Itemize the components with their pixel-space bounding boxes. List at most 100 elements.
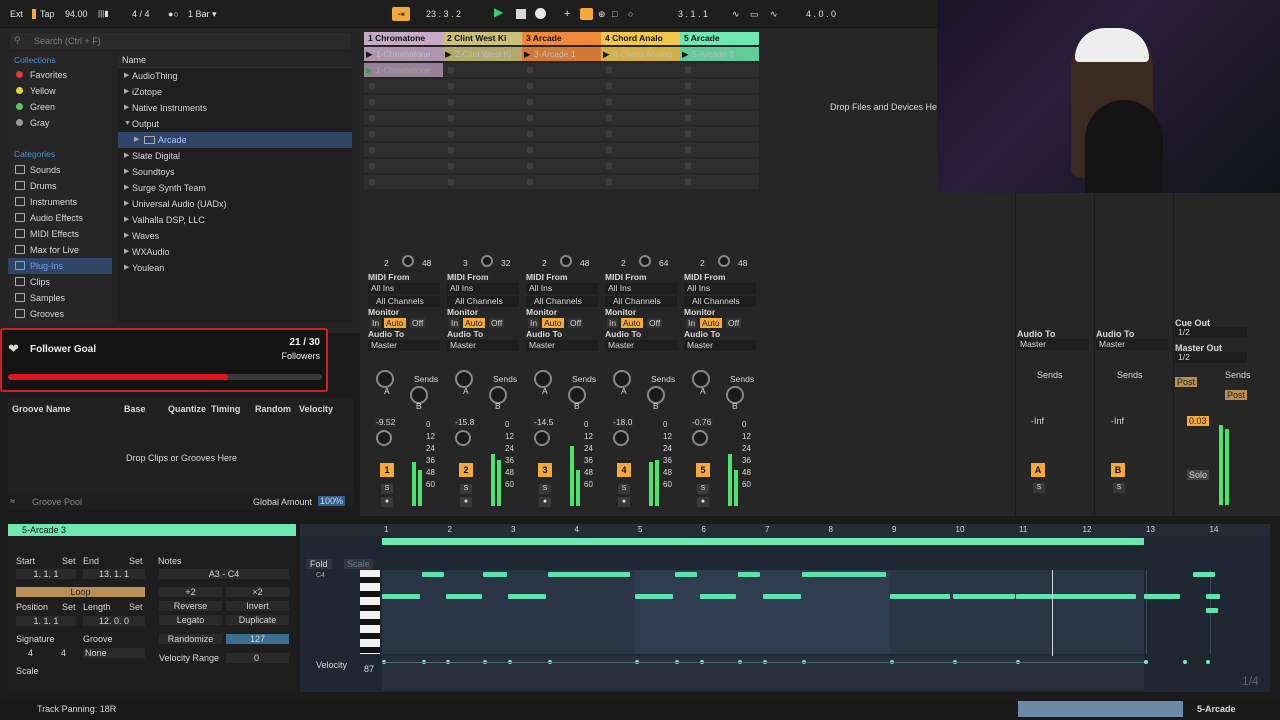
nudge-icon[interactable]: |||▮: [98, 7, 109, 21]
loop-icon[interactable]: ○: [628, 7, 633, 21]
loop-start-field[interactable]: 3 . 1 . 1: [678, 7, 708, 21]
clip-slot-empty[interactable]: [522, 175, 601, 189]
clip-slot-empty[interactable]: [601, 111, 680, 125]
monitor-auto-button[interactable]: Auto: [384, 318, 406, 328]
return-b-volume[interactable]: -Inf: [1111, 416, 1124, 426]
monitor-auto-button[interactable]: Auto: [621, 318, 643, 328]
volume-field[interactable]: -9.52: [374, 417, 398, 427]
ext-sync-button[interactable]: Ext: [10, 7, 23, 21]
midi-note[interactable]: [635, 594, 673, 599]
track-title[interactable]: 2 Clint West Ki: [443, 32, 522, 45]
midi-note[interactable]: [483, 572, 507, 577]
midi-note[interactable]: [508, 594, 546, 599]
midi-note[interactable]: [382, 594, 420, 599]
scale-button[interactable]: Scale: [16, 666, 39, 676]
clip-slot-empty[interactable]: [443, 143, 522, 157]
clip-slot-empty[interactable]: [364, 95, 443, 109]
list-item[interactable]: ▶ Valhalla DSP, LLC: [118, 212, 352, 228]
return-a-button[interactable]: A: [1031, 463, 1045, 477]
midi-from-select[interactable]: All Ins: [368, 283, 440, 294]
midi-from-select[interactable]: All Ins: [684, 283, 756, 294]
master-volume[interactable]: 0.03: [1187, 416, 1209, 426]
clip-slot-empty[interactable]: [680, 143, 759, 157]
drop-files-hint[interactable]: Drop Files and Devices Here: [830, 102, 945, 112]
velocity-marker[interactable]: [1206, 660, 1210, 664]
category-plug-ins[interactable]: Plug-Ins: [8, 258, 112, 274]
master-solo-button[interactable]: Solo: [1187, 470, 1210, 480]
song-position-field[interactable]: 23 . 3 . 2: [426, 7, 461, 21]
list-item[interactable]: ▶ iZotope: [118, 84, 352, 100]
list-item[interactable]: ▶ Universal Audio (UADx): [118, 196, 352, 212]
position-set-button[interactable]: Set: [62, 602, 76, 612]
midi-channel-select[interactable]: All Channels: [605, 296, 677, 307]
clip-slot-empty[interactable]: [522, 159, 601, 173]
clip-slot-empty[interactable]: [443, 175, 522, 189]
clip-slot-filled[interactable]: ▶ 1-Chromatone: [364, 63, 443, 77]
clip-slot-filled[interactable]: ▶ 3-Arcade 1: [522, 47, 601, 61]
collection-favorites[interactable]: Favorites: [8, 67, 112, 83]
clip-slot-empty[interactable]: [522, 79, 601, 93]
collection-yellow[interactable]: Yellow: [8, 83, 112, 99]
category-sounds[interactable]: Sounds: [8, 162, 112, 178]
clip-slot-empty[interactable]: [364, 111, 443, 125]
monitor-in-button[interactable]: In: [528, 318, 540, 328]
search-input[interactable]: Search (Ctrl + F): [10, 33, 350, 49]
track-activator-button[interactable]: 4: [617, 463, 631, 477]
monitor-off-button[interactable]: Off: [568, 318, 584, 328]
track-title[interactable]: 3 Arcade: [522, 32, 601, 45]
clip-slot-empty[interactable]: [443, 95, 522, 109]
list-item[interactable]: ▶ Surge Synth Team: [118, 180, 352, 196]
clip-slot-empty[interactable]: [364, 143, 443, 157]
clip-slot-empty[interactable]: [522, 95, 601, 109]
clip-slot-empty[interactable]: [522, 111, 601, 125]
solo-button[interactable]: S: [460, 484, 472, 494]
return-b-output-select[interactable]: Master: [1096, 339, 1168, 350]
tempo-field[interactable]: 94.00: [65, 7, 88, 21]
audio-to-select[interactable]: Master: [447, 340, 519, 351]
track-activator-button[interactable]: 3: [538, 463, 552, 477]
solo-button[interactable]: S: [539, 484, 551, 494]
clip-slot-filled[interactable]: ▶ 4-Chord Analog: [601, 47, 680, 61]
midi-note[interactable]: [738, 572, 760, 577]
midi-channel-select[interactable]: All Channels: [368, 296, 440, 307]
add-icon[interactable]: +: [564, 7, 570, 21]
clip-slot-filled[interactable]: ▶ 1-Chromatone: [364, 47, 443, 61]
velocity-marker[interactable]: [1183, 660, 1187, 664]
start-field[interactable]: 1. 1. 1: [16, 569, 76, 579]
master-post-button[interactable]: Post: [1175, 377, 1198, 387]
transpose-up-button[interactable]: +2: [159, 587, 222, 597]
capture-icon[interactable]: □: [612, 7, 617, 21]
clip-slot-empty[interactable]: [601, 63, 680, 77]
midi-note[interactable]: [802, 572, 886, 577]
loop-brace[interactable]: [382, 538, 1144, 545]
follow-button[interactable]: ⇥: [392, 7, 410, 21]
category-max-for-live[interactable]: Max for Live: [8, 242, 112, 258]
monitor-auto-button[interactable]: Auto: [542, 318, 564, 328]
clip-slot-empty[interactable]: [443, 127, 522, 141]
loop-switch-icon[interactable]: ▭: [750, 7, 759, 21]
clip-slot-empty[interactable]: [680, 95, 759, 109]
volume-field[interactable]: -14.5: [532, 417, 556, 427]
clip-slot-filled[interactable]: ▶ 5-Arcade 3: [680, 47, 759, 61]
midi-note[interactable]: [675, 572, 697, 577]
randomize-amount-field[interactable]: 127: [226, 634, 289, 644]
midi-note[interactable]: [422, 572, 444, 577]
clip-slot-empty[interactable]: [680, 63, 759, 77]
signature-numerator[interactable]: 4: [28, 648, 33, 658]
audio-to-select[interactable]: Master: [684, 340, 756, 351]
volume-field[interactable]: -18.0: [611, 417, 635, 427]
clip-slot-empty[interactable]: [364, 127, 443, 141]
midi-note[interactable]: [446, 594, 482, 599]
audio-to-select[interactable]: Master: [526, 340, 598, 351]
play-icon[interactable]: ▶: [494, 5, 503, 19]
note-range-field[interactable]: A3 - C4: [159, 569, 289, 579]
audio-to-select[interactable]: Master: [605, 340, 677, 351]
clip-slot-empty[interactable]: [443, 159, 522, 173]
clip-slot-empty[interactable]: [601, 175, 680, 189]
overdub-icon[interactable]: ⊕: [598, 7, 606, 21]
midi-note[interactable]: [763, 594, 801, 599]
monitor-auto-button[interactable]: Auto: [463, 318, 485, 328]
position-field[interactable]: 1. 1. 1: [16, 616, 76, 626]
midi-note[interactable]: [1206, 608, 1218, 613]
tap-button[interactable]: Tap: [40, 7, 55, 21]
